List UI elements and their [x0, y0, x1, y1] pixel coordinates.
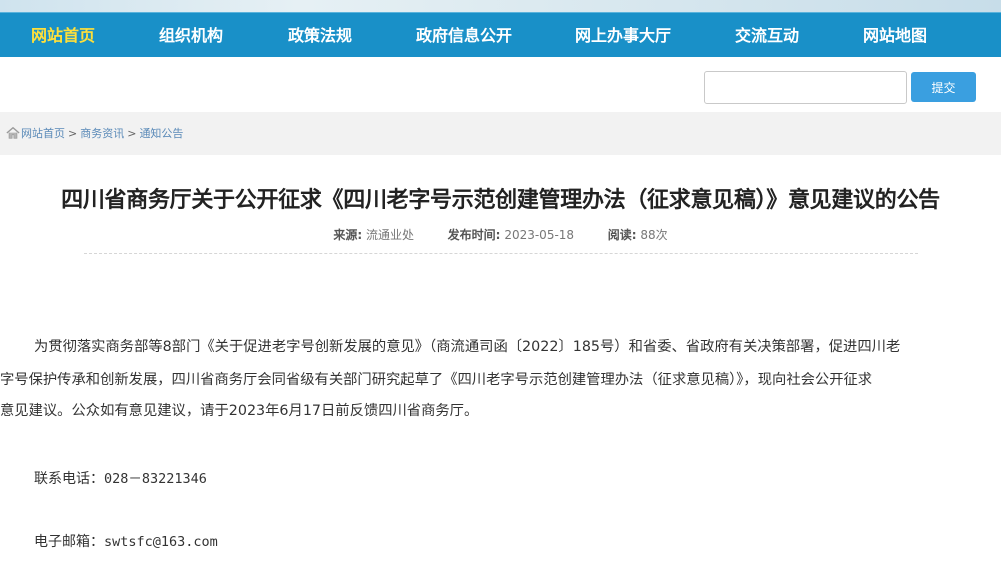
nav-item-sitemap[interactable]: 网站地图: [863, 13, 927, 58]
nav-item-home[interactable]: 网站首页: [31, 13, 95, 58]
header-banner: [0, 0, 1001, 12]
views-label: 阅读:: [607, 228, 637, 242]
phone-label: 联系电话：: [34, 471, 104, 487]
nav-item-organization[interactable]: 组织机构: [159, 13, 223, 58]
search-input[interactable]: [704, 71, 907, 104]
breadcrumb-link-home[interactable]: 网站首页: [21, 125, 65, 141]
view-count: 88次: [640, 228, 668, 242]
source-value: 流通业处: [366, 228, 415, 242]
nav-item-policy[interactable]: 政策法规: [288, 13, 352, 58]
main-nav: 网站首页 组织机构 政策法规 政府信息公开 网上办事大厅 交流互动 网站地图: [0, 12, 1001, 57]
nav-item-interaction[interactable]: 交流互动: [735, 13, 799, 58]
breadcrumb-separator: >: [127, 126, 137, 140]
publish-date: 2023-05-18: [504, 228, 575, 242]
article-title: 四川省商务厅关于公开征求《四川老字号示范创建管理办法（征求意见稿）》意见建议的公…: [61, 188, 940, 213]
phone-value: 028－83221346: [104, 471, 207, 487]
article-body-line-1: 为贯彻落实商务部等8部门《关于促进老字号创新发展的意见》（商流通司函〔2022〕…: [34, 339, 901, 355]
article-meta: 来源: 流通业处 发布时间: 2023-05-18 阅读: 88次: [0, 226, 1001, 243]
email-label: 电子邮箱：: [34, 534, 104, 550]
nav-item-gov-info[interactable]: 政府信息公开: [416, 13, 512, 58]
contact-phone: 联系电话：028－83221346: [34, 467, 207, 488]
article-body-line-2: 字号保护传承和创新发展，四川省商务厅会同省级有关部门研究起草了《四川老字号示范创…: [0, 372, 873, 388]
submit-button[interactable]: 提交: [911, 72, 976, 102]
title-divider: [84, 253, 918, 254]
breadcrumb-link-news[interactable]: 商务资讯: [80, 125, 124, 141]
nav-item-online-service[interactable]: 网上办事大厅: [575, 13, 671, 58]
email-value: swtsfc@163.com: [104, 534, 218, 550]
date-label: 发布时间:: [447, 228, 501, 242]
breadcrumb-link-notices[interactable]: 通知公告: [139, 125, 183, 141]
breadcrumb-separator: >: [68, 126, 78, 140]
contact-email: 电子邮箱：swtsfc@163.com: [34, 531, 218, 551]
home-icon: [6, 126, 20, 139]
breadcrumb: 网站首页 > 商务资讯 > 通知公告: [6, 125, 183, 141]
article-body-line-3: 意见建议。公众如有意见建议，请于2023年6月17日前反馈四川省商务厅。: [0, 403, 479, 419]
source-label: 来源:: [333, 228, 363, 242]
